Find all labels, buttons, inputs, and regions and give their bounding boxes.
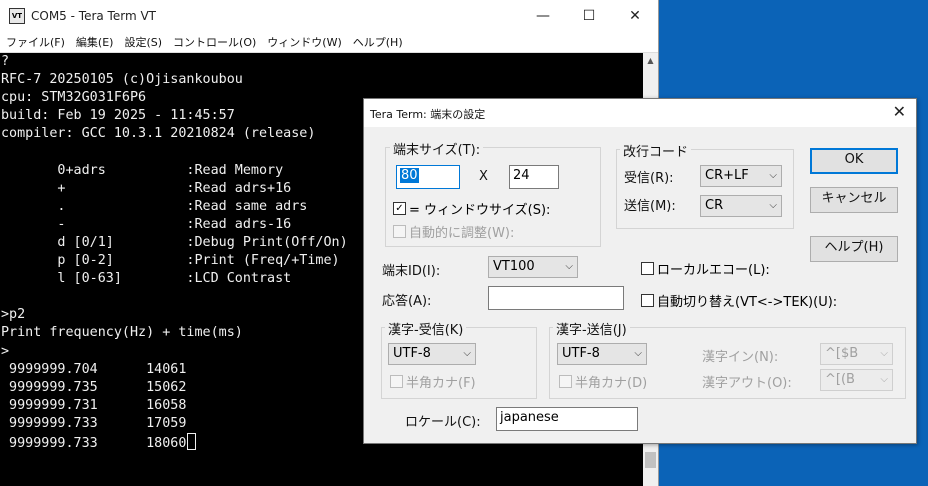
newline-label: 改行コード bbox=[620, 141, 692, 160]
send-select[interactable]: CR ⌵ bbox=[700, 195, 782, 217]
newline-group: 改行コード bbox=[616, 141, 794, 229]
menu-bar: ファイル(F) 編集(E) 設定(S) コントロール(O) ウィンドウ(W) ヘ… bbox=[0, 32, 658, 53]
chevron-down-icon: ⌵ bbox=[463, 348, 471, 359]
terminal-id-label: 端末ID(I): bbox=[382, 264, 441, 279]
title-bar[interactable]: VT COM5 - Tera Term VT — ☐ ✕ bbox=[0, 0, 658, 32]
terminal-line: RFC-7 20250105 (c)Ojisankoubou bbox=[1, 72, 243, 88]
columns-value: 80 bbox=[400, 168, 419, 183]
terminal-size-label: 端末サイズ(T): bbox=[390, 139, 484, 158]
checkbox-box[interactable] bbox=[641, 294, 654, 307]
terminal-setup-dialog: Tera Term: 端末の設定 ✕ 端末サイズ(T): 80 X 24 ✓ =… bbox=[363, 98, 917, 444]
size-separator: X bbox=[479, 169, 488, 184]
receive-label: 受信(R): bbox=[624, 171, 674, 186]
local-echo-label: ローカルエコー(L): bbox=[657, 263, 770, 278]
receive-select[interactable]: CR+LF ⌵ bbox=[700, 165, 782, 187]
dialog-title-bar[interactable]: Tera Term: 端末の設定 ✕ bbox=[364, 99, 916, 127]
help-button[interactable]: ヘルプ(H) bbox=[810, 236, 898, 262]
kanji-send-select[interactable]: UTF-8 ⌵ bbox=[557, 343, 647, 365]
terminal-id-select[interactable]: VT100 ⌵ bbox=[488, 256, 578, 278]
terminal-line-text: 9999999.733 18060 bbox=[1, 435, 187, 451]
columns-input[interactable]: 80 bbox=[396, 165, 460, 189]
checkbox-box bbox=[393, 225, 406, 238]
locale-label: ロケール(C): bbox=[405, 415, 481, 430]
terminal-line: ? bbox=[1, 54, 10, 69]
chevron-down-icon: ⌵ bbox=[880, 348, 888, 359]
chevron-down-icon: ⌵ bbox=[769, 170, 777, 181]
maximize-icon[interactable]: ☐ bbox=[566, 0, 612, 32]
local-echo-checkbox[interactable]: ローカルエコー(L): bbox=[641, 259, 770, 278]
send-label: 送信(M): bbox=[624, 199, 676, 214]
checkbox-box bbox=[559, 375, 572, 388]
menu-window[interactable]: ウィンドウ(W) bbox=[261, 34, 346, 50]
terminal-id-value: VT100 bbox=[493, 259, 535, 274]
kanji-in-select: ^[$B ⌵ bbox=[820, 343, 893, 365]
auto-switch-label: 自動切り替え(VT<->TEK)(U): bbox=[657, 295, 838, 310]
kanji-receive-label: 漢字-受信(K) bbox=[385, 319, 467, 338]
window-size-label: = ウィンドウサイズ(S): bbox=[409, 203, 551, 218]
checkbox-box[interactable] bbox=[641, 262, 654, 275]
minimize-icon[interactable]: — bbox=[520, 0, 566, 32]
window-controls: — ☐ ✕ bbox=[520, 0, 658, 32]
scrollbar-thumb[interactable] bbox=[645, 452, 656, 468]
checkbox-box[interactable]: ✓ bbox=[393, 202, 406, 215]
auto-switch-checkbox[interactable]: 自動切り替え(VT<->TEK)(U): bbox=[641, 291, 837, 310]
terminal-cursor bbox=[187, 432, 197, 450]
kanji-receive-value: UTF-8 bbox=[393, 346, 431, 361]
auto-adjust-checkbox: 自動的に調整(W): bbox=[393, 222, 514, 241]
checkbox-box bbox=[390, 375, 403, 388]
answerback-label: 応答(A): bbox=[382, 294, 432, 309]
receive-halfwidth-label: 半角カナ(F) bbox=[406, 376, 476, 391]
chevron-down-icon: ⌵ bbox=[565, 261, 573, 272]
kanji-in-value: ^[$B bbox=[825, 346, 859, 361]
send-halfwidth-checkbox: 半角カナ(D) bbox=[559, 372, 647, 391]
menu-edit[interactable]: 編集(E) bbox=[70, 34, 119, 50]
window-size-checkbox[interactable]: ✓ = ウィンドウサイズ(S): bbox=[393, 199, 550, 218]
app-icon[interactable]: VT bbox=[9, 8, 25, 24]
dialog-title: Tera Term: 端末の設定 bbox=[370, 108, 486, 121]
menu-help[interactable]: ヘルプ(H) bbox=[347, 34, 408, 50]
window-title: COM5 - Tera Term VT bbox=[31, 9, 156, 23]
chevron-down-icon: ⌵ bbox=[880, 374, 888, 385]
locale-input[interactable]: japanese bbox=[496, 407, 638, 431]
ok-button[interactable]: OK bbox=[810, 148, 898, 174]
menu-control[interactable]: コントロール(O) bbox=[167, 34, 261, 50]
rows-input[interactable]: 24 bbox=[509, 165, 559, 189]
kanji-send-value: UTF-8 bbox=[562, 346, 600, 361]
send-value: CR bbox=[705, 198, 724, 213]
receive-value: CR+LF bbox=[705, 168, 749, 183]
scroll-up-icon[interactable]: ▲ bbox=[643, 53, 658, 68]
cancel-button[interactable]: キャンセル bbox=[810, 187, 898, 213]
chevron-down-icon: ⌵ bbox=[769, 200, 777, 211]
kanji-out-select: ^[(B ⌵ bbox=[820, 369, 893, 391]
kanji-receive-select[interactable]: UTF-8 ⌵ bbox=[388, 343, 476, 365]
answerback-input[interactable] bbox=[488, 286, 624, 310]
send-halfwidth-label: 半角カナ(D) bbox=[575, 376, 648, 391]
kanji-out-label: 漢字アウト(O): bbox=[702, 376, 792, 391]
kanji-send-label: 漢字-送信(J) bbox=[553, 319, 630, 338]
chevron-down-icon: ⌵ bbox=[634, 348, 642, 359]
kanji-out-value: ^[(B bbox=[825, 372, 855, 387]
menu-file[interactable]: ファイル(F) bbox=[0, 34, 70, 50]
close-icon[interactable]: ✕ bbox=[893, 102, 906, 121]
menu-setup[interactable]: 設定(S) bbox=[118, 34, 167, 50]
close-icon[interactable]: ✕ bbox=[612, 0, 658, 32]
receive-halfwidth-checkbox: 半角カナ(F) bbox=[390, 372, 476, 391]
kanji-in-label: 漢字イン(N): bbox=[702, 350, 779, 365]
auto-adjust-label: 自動的に調整(W): bbox=[409, 226, 515, 241]
